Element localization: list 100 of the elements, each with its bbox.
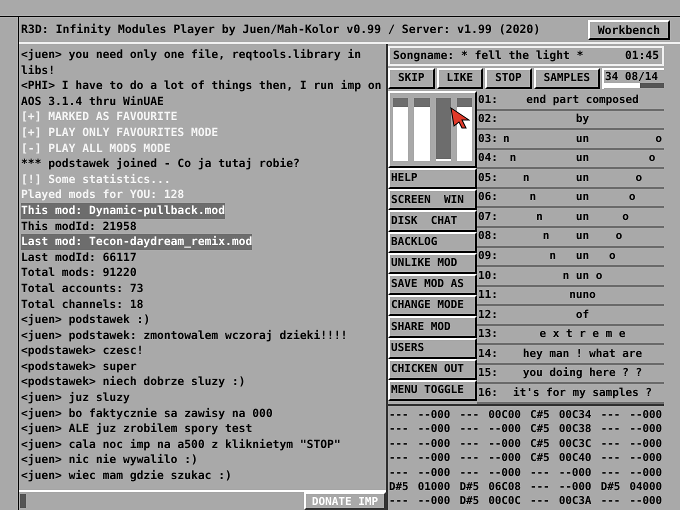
sample-name: n un o bbox=[528, 189, 636, 206]
menu-button[interactable]: SCREEN WIN bbox=[388, 189, 477, 210]
tracker-cell: --- bbox=[389, 466, 409, 480]
chat-message: <juen> ALE juz zrobilem spory test bbox=[21, 421, 254, 437]
tracker-cell: --- bbox=[389, 451, 409, 466]
tracker-cell: 00C3C bbox=[558, 436, 592, 452]
tracker-cell: --000 bbox=[418, 408, 450, 422]
menu-button[interactable]: USERS bbox=[388, 338, 477, 359]
sample-name: end part composed bbox=[525, 92, 640, 108]
chat-message: This modId: 21958 bbox=[21, 218, 138, 234]
menu-button[interactable]: CHICKEN OUT bbox=[388, 358, 477, 380]
tracker-cell: --- bbox=[600, 494, 620, 509]
menu-button[interactable]: CHANGE MODE bbox=[388, 295, 477, 316]
chat-message: *** podstawek joined - Co ja tutaj robie? bbox=[21, 156, 301, 172]
sample-number: 16: bbox=[477, 384, 499, 401]
player-button[interactable]: SKIP bbox=[388, 68, 435, 89]
tracker-cell: --- bbox=[389, 408, 409, 422]
menu-button[interactable]: DISK CHAT bbox=[388, 210, 477, 232]
player-button[interactable]: STOP bbox=[485, 68, 532, 89]
tracker-cell: --000 bbox=[629, 494, 662, 509]
sample-number: 03: bbox=[477, 130, 499, 147]
tracker-cell: 00C0C bbox=[488, 494, 521, 509]
tracker-cell: --- bbox=[460, 422, 480, 437]
tracker-cell: D#5 bbox=[389, 480, 409, 494]
menu-button[interactable]: HELP bbox=[388, 168, 477, 190]
sample-number: 07: bbox=[477, 208, 499, 225]
tracker-cell: C#5 bbox=[530, 451, 550, 466]
sample-number: 09: bbox=[477, 248, 499, 264]
sample-name: e x t r e m e bbox=[538, 326, 627, 342]
chat-message: [+] MARKED AS FAVOURITE bbox=[21, 109, 178, 125]
tracker-cell: --000 bbox=[629, 436, 662, 452]
sample-number: 08: bbox=[477, 228, 499, 244]
chat-message: Total accounts: 73 bbox=[21, 280, 144, 296]
menu-button[interactable]: SAVE MOD AS bbox=[388, 274, 477, 296]
sample-name: n un o bbox=[508, 150, 656, 166]
sample-name: n un o bbox=[542, 228, 624, 244]
tracker-cell: --000 bbox=[629, 451, 662, 466]
chat-message: [-] PLAY ALL MODS MODE bbox=[21, 140, 172, 156]
text-cursor bbox=[20, 494, 26, 508]
tracker-cell: C#5 bbox=[530, 408, 550, 422]
tracker-cell: --- bbox=[600, 466, 620, 480]
tracker-cell: --- bbox=[600, 408, 620, 422]
sample-number: 11: bbox=[477, 287, 499, 304]
tracker-cell: --- bbox=[460, 466, 480, 480]
sample-name: you doing here ? ? bbox=[522, 365, 644, 382]
tracker-cell: 00C38 bbox=[558, 422, 592, 437]
sample-name: nuno bbox=[568, 287, 597, 304]
tracker-cell: --000 bbox=[418, 466, 450, 480]
tracker-cell: --- bbox=[600, 422, 620, 437]
sample-name: hey man ! what are bbox=[522, 346, 644, 362]
tracker-cell: --000 bbox=[488, 436, 521, 452]
chat-message: Last modId: 66117 bbox=[21, 250, 138, 266]
tracker-cell: --000 bbox=[629, 422, 662, 437]
sample-number: 15: bbox=[477, 365, 499, 382]
sample-number: 06: bbox=[477, 189, 499, 206]
tracker-cell: --- bbox=[600, 436, 620, 452]
chat-message: <juen> nic nie wywalilo :) bbox=[21, 452, 199, 468]
chat-message: <juen> juz sluzy bbox=[21, 390, 131, 406]
tracker-cell: --- bbox=[530, 480, 550, 494]
menu-button[interactable]: SHARE MOD bbox=[388, 316, 477, 338]
tracker-cell: --- bbox=[389, 422, 409, 437]
tracker-cell: 00C40 bbox=[558, 451, 592, 466]
workbench-button[interactable]: Workbench bbox=[588, 20, 670, 40]
tracker-cell: --000 bbox=[488, 466, 521, 480]
sample-number: 02: bbox=[477, 111, 499, 128]
sample-name: n un o bbox=[562, 268, 604, 284]
tracker-cell: 00C34 bbox=[558, 408, 592, 422]
chat-message: <juen> podstawek :) bbox=[21, 312, 152, 328]
tracker-cell: --000 bbox=[488, 451, 521, 466]
window-title: R3D: Infinity Modules Player by Juen/Mah-Kolor v0.99 / Server: v1.99 (2020) bbox=[21, 20, 542, 38]
player-button[interactable]: LIKE bbox=[436, 68, 484, 89]
song-name: Songname: * fell the light * bbox=[393, 48, 584, 64]
chat-message: <PHI> I have to do a lot of things then, I run imp on AOS 3.1.4 thru WinUAE bbox=[21, 78, 382, 110]
sample-name: n un o bbox=[548, 248, 617, 264]
menu-button[interactable]: MENU TOGGLE bbox=[388, 380, 477, 402]
tracker-cell: --- bbox=[530, 466, 550, 480]
chat-message: <podstawek> niech dobrze sluzy :) bbox=[21, 374, 246, 390]
chat-message: <podstawek> super bbox=[21, 358, 138, 374]
tracker-cell: 00C3A bbox=[558, 494, 592, 509]
tracker-cell: C#5 bbox=[530, 436, 550, 452]
tracker-cell: D#5 bbox=[460, 480, 480, 494]
player-button[interactable]: SAMPLES bbox=[534, 68, 600, 89]
tracker-cell: D#5 bbox=[600, 480, 620, 494]
chat-message: [!] Some statistics... bbox=[21, 172, 172, 188]
tracker-cell: C#5 bbox=[530, 422, 550, 437]
sample-name: n un o bbox=[535, 208, 630, 225]
menu-button[interactable]: BACKLOG bbox=[388, 232, 477, 253]
chat-message: Last mod: Tecon-daydream_remix.mod bbox=[21, 234, 252, 250]
tracker-cell: --000 bbox=[629, 408, 662, 422]
sample-number: 04: bbox=[477, 150, 499, 166]
tracker-cell: 04000 bbox=[629, 480, 662, 494]
tracker-cell: --- bbox=[460, 408, 480, 422]
chat-message: Total mods: 91220 bbox=[21, 265, 138, 281]
sample-name: n un o bbox=[522, 170, 644, 186]
chat-message: [+] PLAY ONLY FAVOURITES MODE bbox=[21, 124, 220, 141]
chat-message: Played mods for YOU: 128 bbox=[21, 187, 186, 203]
tracker-cell: --- bbox=[460, 436, 480, 452]
tracker-cell: --000 bbox=[418, 422, 450, 437]
tracker-cell: --000 bbox=[418, 436, 450, 452]
menu-button[interactable]: UNLIKE MOD bbox=[388, 252, 477, 274]
